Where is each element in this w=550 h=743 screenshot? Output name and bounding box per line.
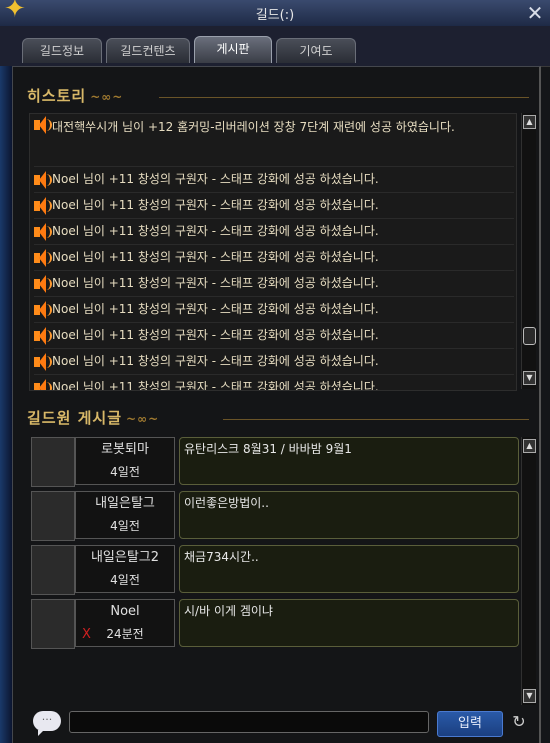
- history-entry: Noel 님이 +11 창성의 구원자 - 스태프 강화에 성공 하셨습니다.: [34, 270, 514, 297]
- history-entry: Noel 님이 +11 창성의 구원자 - 스태프 강화에 성공 하셨습니다.: [34, 322, 514, 349]
- megaphone-icon: [34, 116, 52, 134]
- history-entry-text: 대전핵쑤시개 님이 +12 홈커밍-리버레이션 장창 7단계 재련에 성공 하였…: [52, 120, 455, 134]
- ornament-icon: ~∞~: [126, 412, 160, 426]
- guild-window: ✦ 길드(:) ✕ 길드정보 길드컨텐츠 게시판 기여도 히스토리 ~∞~ 대전핵…: [0, 0, 550, 743]
- post-time-text: 4일전: [110, 519, 140, 533]
- avatar[interactable]: [31, 545, 75, 595]
- post-message: 유탄리스크 8월31 / 바바밤 9월1: [179, 437, 519, 485]
- history-entry-text: Noel 님이 +11 창성의 구원자 - 스태프 강화에 성공 하셨습니다.: [52, 302, 379, 316]
- megaphone-icon: [34, 352, 52, 371]
- post-author[interactable]: 내일은탈그: [75, 491, 175, 516]
- megaphone-icon: [34, 378, 52, 390]
- avatar[interactable]: [31, 599, 75, 649]
- refresh-icon[interactable]: ↻: [509, 712, 529, 732]
- history-heading-text: 히스토리: [27, 87, 87, 105]
- history-entry-text: Noel 님이 +11 창성의 구원자 - 스태프 강화에 성공 하셨습니다.: [52, 354, 379, 368]
- post-message: 이런좋은방법이..: [179, 491, 519, 539]
- megaphone-icon: [34, 274, 52, 293]
- megaphone-icon: [34, 300, 52, 319]
- avatar[interactable]: [31, 437, 75, 487]
- post-item: 내일은탈그2 4일전 채금734시간..: [31, 545, 519, 595]
- title-bar[interactable]: ✦ 길드(:) ✕: [0, 0, 550, 27]
- history-entry-text: Noel 님이 +11 창성의 구원자 - 스태프 강화에 성공 하셨습니다.: [52, 380, 379, 391]
- post-item: 로봇퇴마 4일전 유탄리스크 8월31 / 바바밤 9월1: [31, 437, 519, 487]
- post-message: 시/바 이게 겜이냐: [179, 599, 519, 647]
- post-input[interactable]: [69, 711, 429, 733]
- history-entry-text: Noel 님이 +11 창성의 구원자 - 스태프 강화에 성공 하셨습니다.: [52, 276, 379, 290]
- history-entry-text: Noel 님이 +11 창성의 구원자 - 스태프 강화에 성공 하셨습니다.: [52, 224, 379, 238]
- scroll-up-icon[interactable]: ▲: [523, 115, 536, 129]
- window-title: 길드(:): [255, 8, 295, 23]
- history-heading: 히스토리 ~∞~: [27, 85, 123, 106]
- megaphone-icon: [34, 222, 52, 241]
- tab-board[interactable]: 게시판: [194, 36, 272, 63]
- history-entry-text: Noel 님이 +11 창성의 구원자 - 스태프 강화에 성공 하셨습니다.: [52, 172, 379, 186]
- tab-guild-content[interactable]: 길드컨텐츠: [106, 38, 190, 63]
- board-panel: 히스토리 ~∞~ 대전핵쑤시개 님이 +12 홈커밍-리버레이션 장창 7단계 재…: [12, 66, 541, 743]
- megaphone-icon: [34, 170, 52, 189]
- speech-bubble-icon[interactable]: ···: [33, 711, 61, 736]
- history-entry: 대전핵쑤시개 님이 +12 홈커밍-리버레이션 장창 7단계 재련에 성공 하였…: [34, 114, 514, 167]
- history-entry: Noel 님이 +11 창성의 구원자 - 스태프 강화에 성공 하셨습니다.: [34, 296, 514, 323]
- history-entry-text: Noel 님이 +11 창성의 구원자 - 스태프 강화에 성공 하셨습니다.: [52, 250, 379, 264]
- history-list[interactable]: 대전핵쑤시개 님이 +12 홈커밍-리버레이션 장창 7단계 재련에 성공 하였…: [29, 113, 517, 391]
- send-button[interactable]: 입력: [437, 711, 503, 737]
- history-divider: [159, 97, 529, 98]
- history-entry: Noel 님이 +11 창성의 구원자 - 스태프 강화에 성공 하셨습니다.: [34, 192, 514, 219]
- post-author[interactable]: 로봇퇴마: [75, 437, 175, 462]
- megaphone-icon: [34, 196, 52, 215]
- history-entry: Noel 님이 +11 창성의 구원자 - 스태프 강화에 성공 하셨습니다.: [34, 374, 514, 391]
- scroll-down-icon[interactable]: ▼: [523, 689, 536, 703]
- delete-icon[interactable]: X: [82, 623, 91, 646]
- post-time: 4일전: [75, 515, 175, 539]
- history-scrollbar[interactable]: ▲ ▼: [521, 113, 536, 389]
- post-time: 4일전: [75, 461, 175, 485]
- post-time-text: 4일전: [110, 465, 140, 479]
- post-time-text: 4일전: [110, 573, 140, 587]
- post-item: Noel X 24분전 시/바 이게 겜이냐: [31, 599, 519, 649]
- post-author[interactable]: 내일은탈그2: [75, 545, 175, 570]
- background-strip: [0, 66, 12, 743]
- history-entry: Noel 님이 +11 창성의 구원자 - 스태프 강화에 성공 하셨습니다.: [34, 348, 514, 375]
- history-entry: Noel 님이 +11 창성의 구원자 - 스태프 강화에 성공 하셨습니다.: [34, 244, 514, 271]
- ornament-icon: ~∞~: [90, 90, 124, 104]
- history-entry-text: Noel 님이 +11 창성의 구원자 - 스태프 강화에 성공 하셨습니다.: [52, 328, 379, 342]
- close-icon[interactable]: ✕: [524, 2, 546, 24]
- post-author[interactable]: Noel: [75, 599, 175, 624]
- avatar[interactable]: [31, 491, 75, 541]
- board-scrollbar[interactable]: ▲ ▼: [521, 437, 536, 705]
- scroll-down-icon[interactable]: ▼: [523, 371, 536, 385]
- post-time-text: 24분전: [106, 627, 144, 641]
- tab-contribution[interactable]: 기여도: [276, 38, 356, 63]
- history-entry: Noel 님이 +11 창성의 구원자 - 스태프 강화에 성공 하셨습니다.: [34, 166, 514, 193]
- board-heading: 길드원 게시글 ~∞~: [27, 407, 159, 428]
- post-item: 내일은탈그 4일전 이런좋은방법이..: [31, 491, 519, 541]
- post-time: X 24분전: [75, 623, 175, 647]
- tab-bar: 길드정보 길드컨텐츠 게시판 기여도: [0, 26, 550, 67]
- chat-input-bar: ··· 입력 ↻: [29, 709, 526, 737]
- scroll-thumb[interactable]: [523, 327, 536, 345]
- scroll-up-icon[interactable]: ▲: [523, 439, 536, 453]
- post-time: 4일전: [75, 569, 175, 593]
- board-divider: [223, 419, 529, 420]
- history-entry: Noel 님이 +11 창성의 구원자 - 스태프 강화에 성공 하셨습니다.: [34, 218, 514, 245]
- tab-guild-info[interactable]: 길드정보: [22, 38, 102, 63]
- post-message: 채금734시간..: [179, 545, 519, 593]
- history-entry-text: Noel 님이 +11 창성의 구원자 - 스태프 강화에 성공 하셨습니다.: [52, 198, 379, 212]
- megaphone-icon: [34, 248, 52, 267]
- megaphone-icon: [34, 326, 52, 345]
- board-heading-text: 길드원 게시글: [27, 409, 123, 427]
